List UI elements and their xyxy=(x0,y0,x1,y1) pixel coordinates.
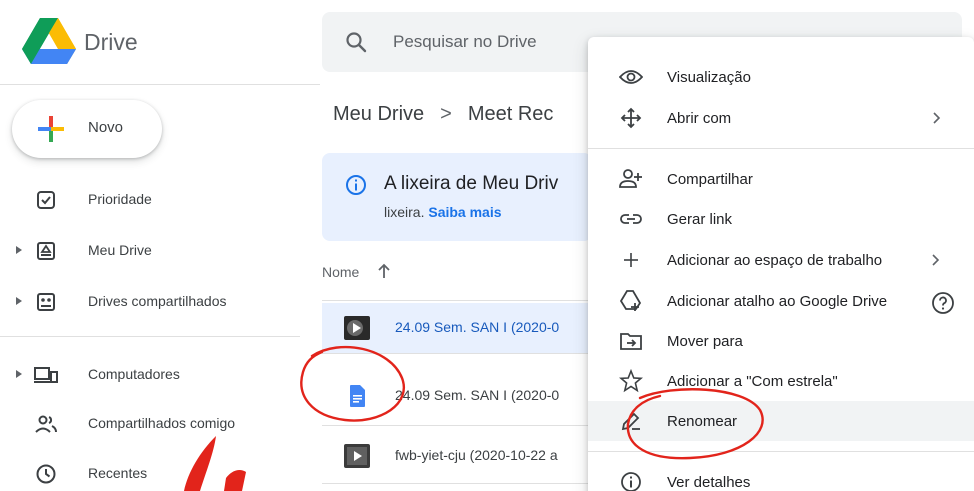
breadcrumb-root[interactable]: Meu Drive xyxy=(333,103,424,125)
context-menu: Visualização Abrir com Compartilhar Gera… xyxy=(588,37,974,491)
star-icon xyxy=(619,369,643,393)
file-row[interactable]: 24.09 Sem. SAN I (2020-0 xyxy=(322,303,592,353)
menu-item-visualizacao[interactable]: Visualização xyxy=(588,57,974,97)
sidebar-item-meu-drive[interactable]: Meu Drive xyxy=(0,231,300,271)
menu-divider xyxy=(588,451,974,452)
breadcrumb: Meu Drive > Meet Rec xyxy=(333,103,553,126)
menu-item-label: Visualização xyxy=(667,69,751,86)
chevron-right-icon xyxy=(932,254,940,266)
sidebar-item-label: Compartilhados comigo xyxy=(88,415,236,431)
my-drive-icon xyxy=(37,242,55,260)
menu-item-label: Gerar link xyxy=(667,211,733,228)
info-icon xyxy=(346,175,366,195)
expand-caret-icon[interactable] xyxy=(14,294,24,308)
plus-icon xyxy=(38,116,64,142)
file-name: 24.09 Sem. SAN I (2020-0 xyxy=(395,319,560,335)
menu-item-gerar-link[interactable]: Gerar link xyxy=(588,199,974,239)
menu-item-mover-para[interactable]: Mover para xyxy=(588,321,974,361)
menu-item-adicionar-atalho[interactable]: Adicionar atalho ao Google Drive xyxy=(588,281,974,321)
sidebar-item-drives-compartilhados[interactable]: Drives compartilhados xyxy=(0,282,300,322)
menu-item-label: Renomear xyxy=(667,413,738,430)
chevron-right-icon xyxy=(933,112,941,124)
info-icon xyxy=(621,472,641,491)
menu-item-label: Mover para xyxy=(667,333,743,350)
menu-item-label: Ver detalhes xyxy=(667,474,751,491)
video-thumbnail-icon xyxy=(344,444,370,468)
sidebar-item-label: Meu Drive xyxy=(88,242,152,258)
file-name: fwb-yiet-cju (2020-10-22 a xyxy=(395,447,558,463)
menu-item-ver-detalhes[interactable]: Ver detalhes xyxy=(588,462,974,491)
eye-icon xyxy=(619,70,643,84)
pencil-icon xyxy=(621,412,640,431)
add-shortcut-icon xyxy=(619,290,642,311)
sidebar-item-prioridade[interactable]: Prioridade xyxy=(0,180,300,220)
banner-title: A lixeira de Meu Driv xyxy=(384,173,559,194)
search-icon[interactable] xyxy=(344,30,368,54)
menu-item-label: Adicionar atalho ao Google Drive xyxy=(667,293,888,310)
person-add-icon xyxy=(619,169,642,188)
row-divider xyxy=(322,353,592,354)
file-row[interactable]: 24.09 Sem. SAN I (2020-0 xyxy=(322,371,592,421)
breadcrumb-current[interactable]: Meet Rec xyxy=(468,103,554,125)
row-divider xyxy=(322,425,592,426)
expand-caret-icon[interactable] xyxy=(14,367,24,381)
shared-drives-icon xyxy=(37,293,55,311)
learn-more-link[interactable]: Saiba mais xyxy=(428,204,501,220)
menu-item-adicionar-espaco-trabalho[interactable]: Adicionar ao espaço de trabalho xyxy=(588,240,974,280)
sidebar-item-label: Drives compartilhados xyxy=(88,293,227,309)
checkbox-icon xyxy=(37,191,55,209)
menu-item-abrir-com[interactable]: Abrir com xyxy=(588,98,974,138)
file-name: 24.09 Sem. SAN I (2020-0 xyxy=(395,387,560,403)
drive-logo-icon xyxy=(22,18,76,64)
menu-item-label: Adicionar ao espaço de trabalho xyxy=(667,252,883,269)
sidebar-item-label: Prioridade xyxy=(88,191,152,207)
link-icon xyxy=(620,214,642,224)
help-icon[interactable] xyxy=(931,291,955,315)
trash-info-banner: A lixeira de Meu Driv lixeira. Saiba mai… xyxy=(322,153,592,241)
column-header-name[interactable]: Nome xyxy=(322,264,359,280)
menu-item-label: Adicionar a "Com estrela" xyxy=(667,373,838,390)
banner-text: lixeira. Saiba mais xyxy=(384,204,502,220)
file-row[interactable]: fwb-yiet-cju (2020-10-22 a xyxy=(322,431,592,481)
search-input[interactable]: Pesquisar no Drive xyxy=(393,32,537,52)
sidebar-item-label: Recentes xyxy=(88,465,148,481)
docs-document-icon xyxy=(350,385,365,407)
sidebar-item-label: Computadores xyxy=(88,366,180,382)
header-divider xyxy=(0,84,320,85)
menu-item-adicionar-estrela[interactable]: Adicionar a "Com estrela" xyxy=(588,361,974,401)
sort-ascending-icon[interactable] xyxy=(376,262,392,280)
app-name: Drive xyxy=(84,29,138,55)
open-with-icon xyxy=(620,107,642,129)
menu-item-label: Abrir com xyxy=(667,110,732,127)
new-button[interactable]: Novo xyxy=(12,100,162,158)
menu-item-label: Compartilhar xyxy=(667,171,753,188)
plus-icon xyxy=(624,253,638,267)
row-divider xyxy=(322,483,592,484)
menu-item-compartilhar[interactable]: Compartilhar xyxy=(588,159,974,199)
new-button-label: Novo xyxy=(88,119,124,136)
move-to-folder-icon xyxy=(620,333,642,350)
chevron-right-icon: > xyxy=(440,103,452,125)
sidebar-divider xyxy=(0,336,300,337)
banner-body: lixeira. xyxy=(384,204,425,220)
sidebar-item-compartilhados-comigo[interactable]: Compartilhados comigo xyxy=(0,404,300,444)
sidebar-item-computadores[interactable]: Computadores xyxy=(0,355,300,395)
video-thumbnail-icon xyxy=(344,316,370,340)
clock-icon xyxy=(36,464,56,484)
menu-divider xyxy=(588,148,974,149)
row-divider xyxy=(322,300,592,301)
menu-item-renomear[interactable]: Renomear xyxy=(588,401,974,441)
computers-icon xyxy=(34,367,58,383)
expand-caret-icon[interactable] xyxy=(14,243,24,257)
shared-with-me-icon xyxy=(35,415,57,433)
sidebar-item-recentes[interactable]: Recentes xyxy=(0,454,300,491)
